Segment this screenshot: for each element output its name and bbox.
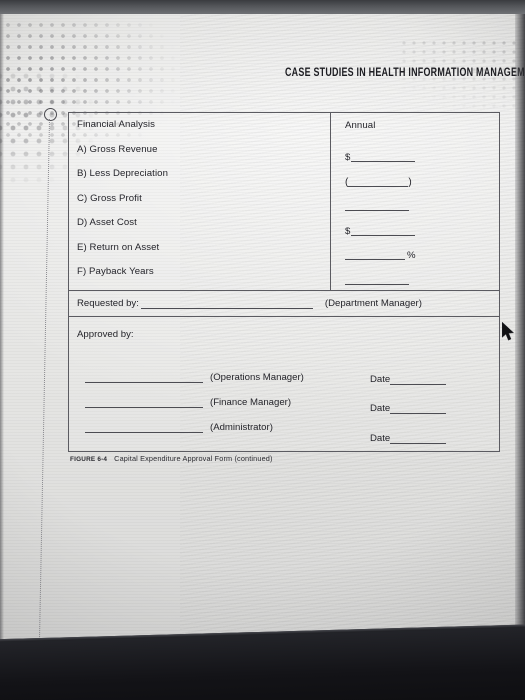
capital-expenditure-approval-form: Financial Analysis A) Gross Revenue B) L… (68, 112, 500, 452)
annual-value-field-b[interactable] (348, 177, 409, 187)
signature-row: (Administrator) Date (85, 423, 495, 448)
figure-number: FIGURE 6-4 (70, 456, 108, 463)
annual-header-text: Annual (345, 120, 376, 131)
currency-prefix-d: $ (345, 225, 351, 237)
annual-column-header: Annual (345, 120, 499, 145)
running-head: CASE STUDIES IN HEALTH INFORMATION MANAG… (285, 62, 525, 80)
date-group-administrator: Date (370, 433, 447, 444)
row-label-c: C) Gross Profit (77, 192, 142, 204)
row-label-e: E) Return on Asset (77, 241, 160, 253)
signature-field-operations-manager[interactable] (85, 373, 203, 383)
annual-value-field-c[interactable] (345, 201, 409, 211)
signature-row: (Finance Manager) Date (85, 398, 495, 423)
date-group-operations-manager: Date (370, 374, 447, 385)
figure-caption: FIGURE 6-4 Capital Expenditure Approval … (70, 454, 273, 463)
annual-value-field-e[interactable] (345, 250, 405, 260)
analysis-row-label: C) Gross Profit (77, 192, 330, 219)
running-head-title: CASE STUDIES IN HEALTH INFORMATION MANAG… (285, 65, 525, 79)
date-field-finance-manager[interactable] (390, 404, 447, 414)
requested-by-role: (Department Manager) (324, 298, 422, 309)
monitor-bezel-left (0, 0, 4, 700)
analysis-row-label: D) Asset Cost (77, 218, 330, 243)
annual-value-field-d[interactable] (351, 226, 416, 236)
analysis-row-label: E) Return on Asset (77, 241, 330, 268)
signature-field-finance-manager[interactable] (85, 398, 203, 408)
analysis-labels-column: Financial Analysis A) Gross Revenue B) L… (69, 113, 331, 290)
signature-field-administrator[interactable] (85, 423, 203, 433)
signature-role-operations-manager: (Operations Manager) (210, 372, 304, 383)
analysis-row-label: A) Gross Revenue (77, 143, 330, 170)
signature-row: (Operations Manager) Date (85, 373, 495, 398)
row-label-d: D) Asset Cost (77, 217, 137, 228)
monitor-screen: CASE STUDIES IN HEALTH INFORMATION MANAG… (0, 12, 525, 652)
signature-role-administrator: (Administrator) (210, 422, 273, 433)
annual-values-column: Annual $ ( ) $ % (331, 113, 499, 290)
paren-close-b: ) (408, 176, 412, 188)
requested-by-field[interactable] (140, 299, 313, 309)
monitor-bezel-right (515, 0, 525, 700)
scanned-book-page: CASE STUDIES IN HEALTH INFORMATION MANAG… (0, 12, 525, 652)
figure-caption-text: Capital Expenditure Approval Form (conti… (114, 454, 273, 463)
signature-role-finance-manager: (Finance Manager) (210, 397, 292, 408)
section-title: Financial Analysis (77, 119, 156, 130)
perforation-dotted-line (39, 118, 50, 639)
monitor-photo: CASE STUDIES IN HEALTH INFORMATION MANAG… (0, 0, 525, 700)
annual-value-row-a: $ (345, 145, 499, 170)
percent-suffix-e: % (407, 250, 416, 261)
monitor-bezel-top (0, 0, 525, 14)
signature-list: (Operations Manager) Date (Finance Manag… (85, 373, 495, 448)
date-field-operations-manager[interactable] (390, 375, 447, 385)
requested-by-label: Requested by: (77, 298, 139, 309)
date-label-operations-manager: Date (370, 374, 391, 385)
perforation-circle-icon (44, 108, 57, 121)
annual-value-row-b: ( ) (345, 169, 499, 194)
row-label-b: B) Less Depreciation (77, 168, 169, 179)
annual-value-row-e: % (345, 243, 499, 268)
row-label-a: A) Gross Revenue (77, 143, 158, 155)
section-title-row: Financial Analysis (77, 120, 330, 145)
date-field-administrator[interactable] (390, 434, 447, 444)
annual-value-row-c (345, 194, 499, 219)
date-label-administrator: Date (370, 433, 391, 444)
analysis-row-label: B) Less Depreciation (77, 169, 330, 194)
date-label-finance-manager: Date (370, 403, 391, 414)
annual-value-row-f (345, 267, 499, 292)
row-label-f: F) Payback Years (77, 266, 154, 277)
requested-by-row: Requested by: (Department Manager) (69, 291, 499, 317)
date-group-finance-manager: Date (370, 403, 447, 414)
approved-by-section: Approved by: (Operations Manager) Date (… (69, 317, 499, 453)
approved-by-label: Approved by: (77, 329, 134, 340)
analysis-row-label: F) Payback Years (77, 267, 330, 292)
annual-value-field-f[interactable] (345, 275, 409, 285)
currency-prefix-a: $ (345, 152, 351, 163)
annual-value-row-d: $ (345, 218, 499, 243)
annual-value-field-a[interactable] (351, 152, 416, 162)
financial-analysis-section: Financial Analysis A) Gross Revenue B) L… (69, 113, 499, 291)
